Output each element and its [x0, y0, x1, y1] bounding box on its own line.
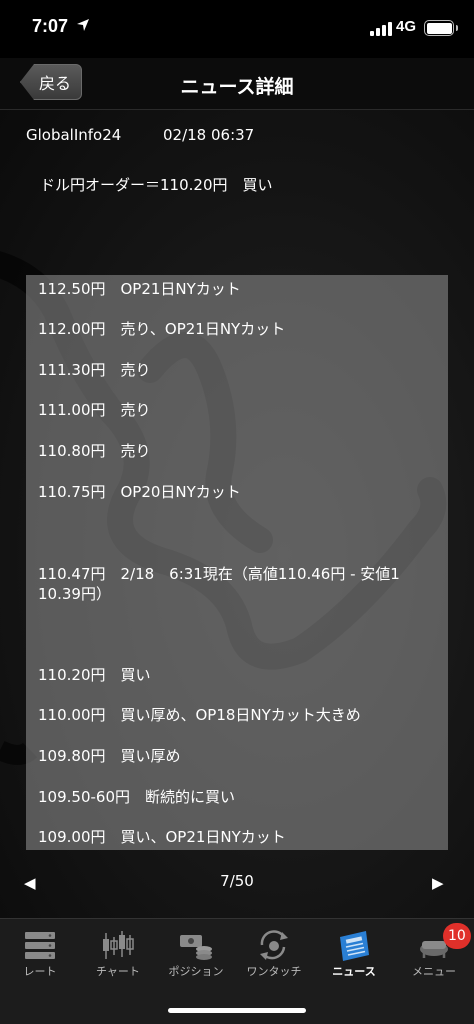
next-article-icon[interactable]: ▶	[432, 874, 444, 892]
order-row: 112.50円 OP21日NYカット	[38, 280, 241, 298]
tab-rate[interactable]: レート	[1, 927, 79, 983]
news-icon	[340, 931, 369, 961]
one-touch-icon	[260, 930, 288, 960]
tab-news[interactable]: ニュース	[315, 927, 393, 983]
news-source: GlobalInfo24	[26, 126, 122, 144]
chart-icon	[103, 931, 134, 959]
signal-icon	[370, 22, 392, 36]
tab-chart[interactable]: チャート	[79, 927, 157, 983]
order-row: 110.20円 買い	[38, 666, 151, 684]
news-datetime: 02/18 06:37	[163, 126, 255, 144]
home-indicator	[168, 1008, 306, 1013]
order-row: 111.00円 売り	[38, 401, 151, 419]
tab-label: レート	[23, 965, 57, 978]
order-row: 110.80円 売り	[38, 442, 151, 460]
notification-badge: 10	[443, 923, 471, 949]
nav-bar: 戻る ニュース詳細	[0, 58, 474, 110]
order-row: 110.47円 2/18 6:31現在（高値110.46円 - 安値1 10.3…	[38, 565, 400, 603]
position-icon	[180, 935, 212, 960]
pager-count: 7/50	[220, 872, 254, 890]
order-row: 109.50-60円 断続的に買い	[38, 788, 235, 806]
tab-label: ワンタッチ	[246, 965, 302, 978]
tab-one-touch[interactable]: ワンタッチ	[235, 927, 313, 983]
status-time: 7:07	[32, 16, 69, 36]
order-row: 109.00円 買い、OP21日NYカット	[38, 828, 286, 846]
order-row: 110.75円 OP20日NYカット	[38, 483, 241, 501]
battery-icon	[424, 20, 458, 36]
page-title: ニュース詳細	[180, 76, 294, 98]
tab-label: ニュース	[332, 965, 376, 978]
order-row: 112.00円 売り、OP21日NYカット	[38, 320, 286, 338]
order-row: 111.30円 売り	[38, 361, 151, 379]
order-row: 109.80円 買い厚め	[38, 747, 181, 765]
status-bar: 7:07 4G	[0, 0, 474, 58]
tab-menu[interactable]: メニュー 10	[395, 923, 473, 983]
news-headline: ドル円オーダー＝110.20円 買い	[40, 176, 273, 194]
network-type: 4G	[396, 18, 417, 35]
tab-label: チャート	[96, 965, 140, 978]
news-detail-content[interactable]: GlobalInfo24 02/18 06:37 ドル円オーダー＝110.20円…	[0, 110, 474, 918]
tab-label: メニュー	[412, 965, 456, 978]
tab-position[interactable]: ポジション	[157, 927, 235, 983]
order-list-panel: 112.50円 OP21日NYカット 112.00円 売り、OP21日NYカット…	[26, 275, 448, 850]
rate-icon	[25, 932, 55, 959]
location-arrow-icon	[77, 19, 89, 31]
tab-label: ポジション	[168, 965, 224, 978]
order-row: 110.00円 買い厚め、OP18日NYカット大きめ	[38, 706, 361, 724]
